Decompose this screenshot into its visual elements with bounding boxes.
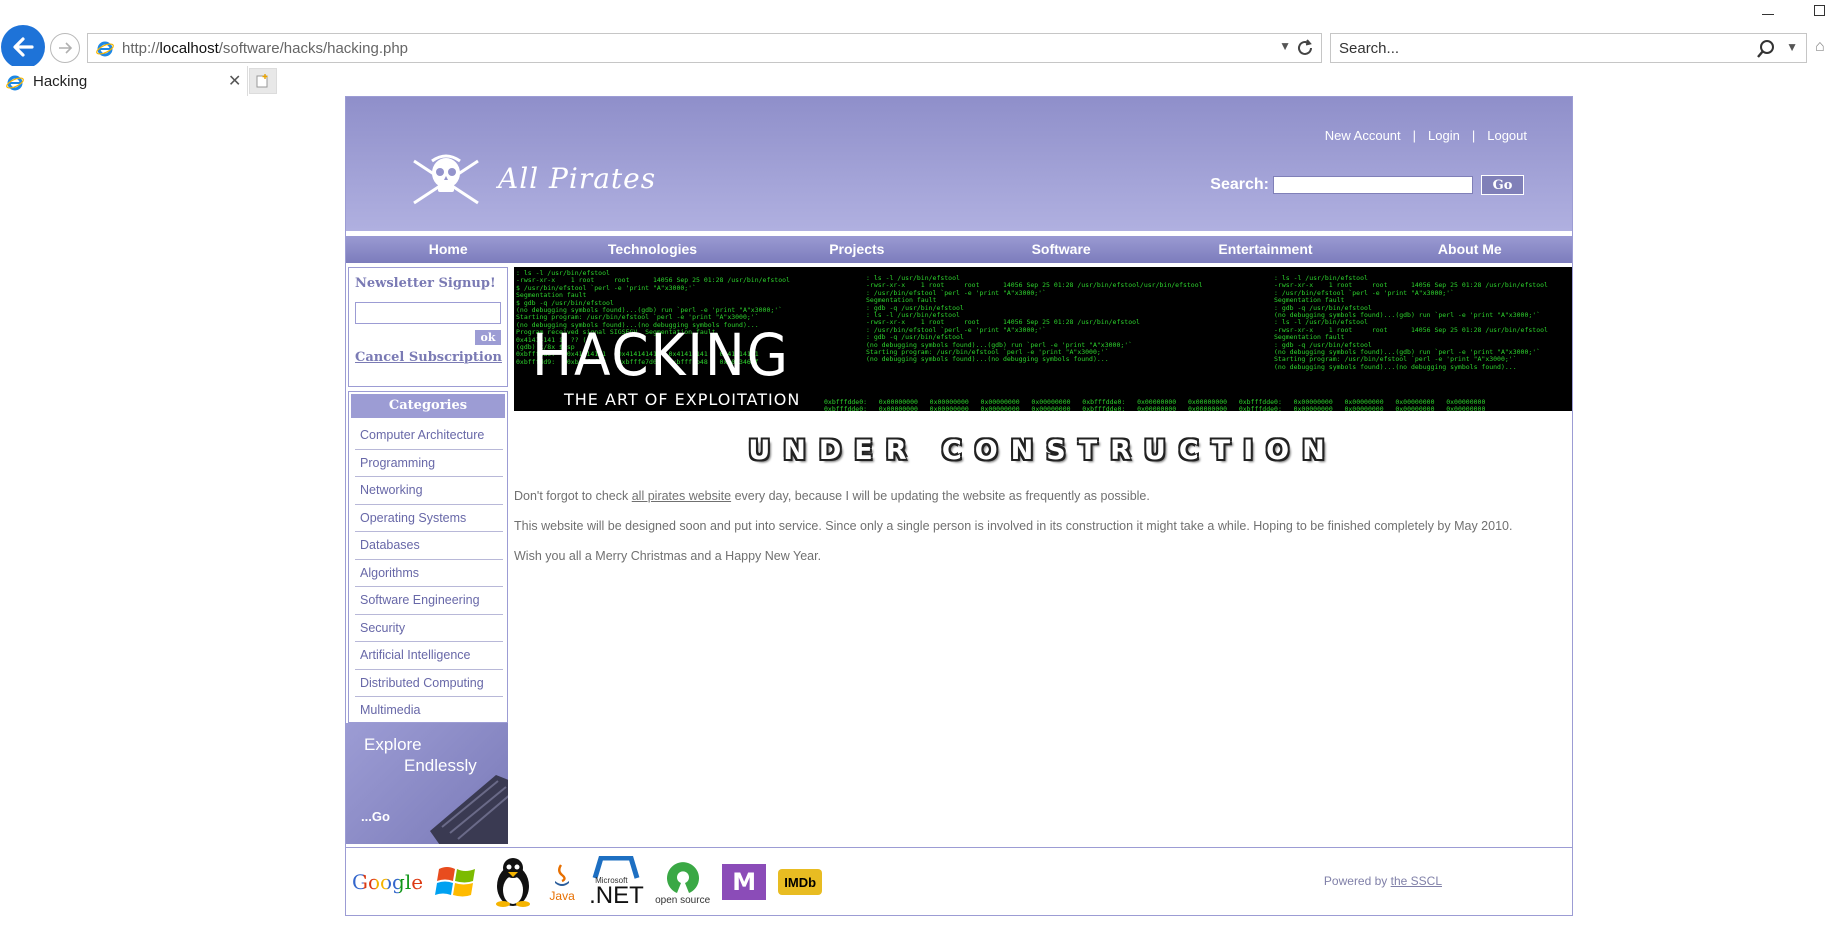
separator: | (1412, 128, 1417, 143)
java-logo-icon[interactable]: Java (547, 861, 577, 903)
separator: | (1471, 128, 1476, 143)
newsletter-email-input[interactable] (355, 302, 501, 324)
search-icon[interactable] (1756, 39, 1776, 59)
terminal-text-decoration: : ls -l /usr/bin/efstool -rwsr-xr-x 1 ro… (1274, 274, 1548, 371)
tab-title: Hacking (33, 73, 88, 90)
category-algorithms[interactable]: Algorithms (355, 560, 503, 587)
nav-about-me[interactable]: About Me (1368, 236, 1572, 263)
hacking-banner: : ls -l /usr/bin/efstool -rwsr-xr-x 1 ro… (514, 267, 1572, 411)
cancel-subscription-link[interactable]: Cancel Subscription (355, 350, 502, 365)
site-header: All Pirates New Account | Login | Logout… (346, 97, 1572, 231)
paragraph-3: Wish you all a Merry Christmas and a Hap… (514, 549, 822, 563)
new-tab-icon (256, 74, 268, 88)
categories-title: Categories (351, 394, 505, 418)
category-databases[interactable]: Databases (355, 532, 503, 560)
search-label: Search: (1210, 176, 1269, 193)
sscl-link[interactable]: the SSCL (1391, 874, 1442, 888)
imdb-logo-icon[interactable]: IMDb (778, 869, 823, 895)
terminal-text-decoration: : ls -l /usr/bin/efstool -rwsr-xr-x 1 ro… (866, 274, 1203, 364)
browser-search[interactable]: Search... ▼ (1330, 33, 1807, 63)
nav-software[interactable]: Software (959, 236, 1163, 263)
open-source-logo-icon[interactable]: open source (655, 859, 710, 906)
nav-projects[interactable]: Projects (755, 236, 959, 263)
newsletter-ok-button[interactable]: ok (475, 330, 501, 345)
category-networking[interactable]: Networking (355, 477, 503, 505)
refresh-icon[interactable] (1295, 37, 1315, 59)
newsletter-title: Newsletter Signup! (355, 276, 496, 291)
explore-line1: Explore (364, 735, 422, 754)
google-logo-icon[interactable]: Google (352, 870, 423, 894)
categories-box: Categories Computer Architecture Program… (348, 391, 508, 723)
category-artificial-intelligence[interactable]: Artificial Intelligence (355, 642, 503, 670)
dotnet-logo-icon[interactable]: Microsoft .NET (589, 856, 644, 909)
logout-link[interactable]: Logout (1487, 128, 1527, 143)
nav-entertainment[interactable]: Entertainment (1163, 236, 1367, 263)
ie-icon (6, 75, 24, 91)
all-pirates-link[interactable]: all pirates website (632, 489, 731, 503)
logo-text: All Pirates (498, 161, 657, 195)
paragraph-1: Don't forgot to check all pirates websit… (514, 489, 1150, 503)
tab-hacking[interactable]: Hacking ✕ (0, 66, 248, 96)
site-search: Search: Go (1210, 175, 1524, 195)
site-search-input[interactable] (1273, 176, 1473, 194)
paragraph-2: This website will be designed soon and p… (514, 519, 1513, 533)
nav-home[interactable]: Home (346, 236, 550, 263)
login-link[interactable]: Login (1428, 128, 1460, 143)
new-account-link[interactable]: New Account (1325, 128, 1401, 143)
browser-toolbar: http://localhost/software/hacks/hacking.… (0, 0, 1825, 69)
back-button[interactable] (1, 25, 45, 69)
terminal-text-decoration: 0xbfffdde0: 0x00000000 0x00000000 0x0000… (824, 398, 1486, 411)
chevron-down-icon[interactable]: ▼ (1786, 40, 1798, 54)
category-security[interactable]: Security (355, 615, 503, 642)
page-container: All Pirates New Account | Login | Logout… (345, 96, 1573, 916)
categories-list: Computer Architecture Programming Networ… (355, 422, 503, 725)
under-construction-heading: UNDER CONSTRUCTION (748, 435, 1338, 466)
go-button[interactable]: Go (1481, 175, 1524, 195)
explore-line2: Endlessly (404, 756, 477, 775)
linux-tux-icon[interactable] (491, 856, 535, 908)
powered-by: Powered by the SSCL (1323, 874, 1442, 888)
forward-button[interactable] (50, 33, 80, 63)
maximize-button[interactable] (1814, 5, 1825, 16)
arrow-right-icon (59, 42, 73, 54)
category-software-engineering[interactable]: Software Engineering (355, 587, 503, 615)
banner-subtitle: THE ART OF EXPLOITATION (564, 390, 801, 409)
close-icon[interactable]: ✕ (228, 71, 241, 91)
url-text: http://localhost/software/hacks/hacking.… (122, 40, 409, 57)
mtv-logo-icon[interactable]: M (722, 864, 767, 900)
arrow-left-icon (13, 37, 34, 57)
ie-icon (96, 41, 114, 57)
nav-technologies[interactable]: Technologies (550, 236, 754, 263)
windows-logo-icon[interactable] (435, 861, 479, 903)
account-links: New Account | Login | Logout (1325, 128, 1527, 143)
explore-go-link[interactable]: ...Go (361, 809, 390, 824)
category-operating-systems[interactable]: Operating Systems (355, 505, 503, 532)
partner-logos: Google Java Microsoft .NET open source M… (352, 856, 823, 909)
banner-title: HACKING (532, 321, 790, 389)
new-tab-button[interactable] (249, 68, 277, 94)
home-icon[interactable]: ⌂ (1815, 38, 1825, 56)
category-programming[interactable]: Programming (355, 450, 503, 477)
newsletter-box: Newsletter Signup! ok Cancel Subscriptio… (348, 267, 508, 387)
minimize-button[interactable] (1762, 2, 1776, 16)
address-bar[interactable]: http://localhost/software/hacks/hacking.… (87, 33, 1322, 63)
main-nav: Home Technologies Projects Software Ente… (346, 233, 1572, 263)
category-distributed-computing[interactable]: Distributed Computing (355, 670, 503, 697)
site-footer: Google Java Microsoft .NET open source M… (346, 848, 1572, 916)
search-placeholder: Search... (1339, 40, 1400, 57)
tab-bar: Hacking ✕ (0, 66, 1825, 96)
pirate-skull-icon (413, 154, 479, 205)
category-multimedia[interactable]: Multimedia (355, 697, 503, 725)
site-logo[interactable]: All Pirates (408, 149, 656, 207)
chevron-down-icon[interactable]: ▼ (1279, 39, 1291, 53)
category-computer-architecture[interactable]: Computer Architecture (355, 422, 503, 450)
explore-banner[interactable]: Explore Endlessly ...Go (346, 723, 508, 844)
